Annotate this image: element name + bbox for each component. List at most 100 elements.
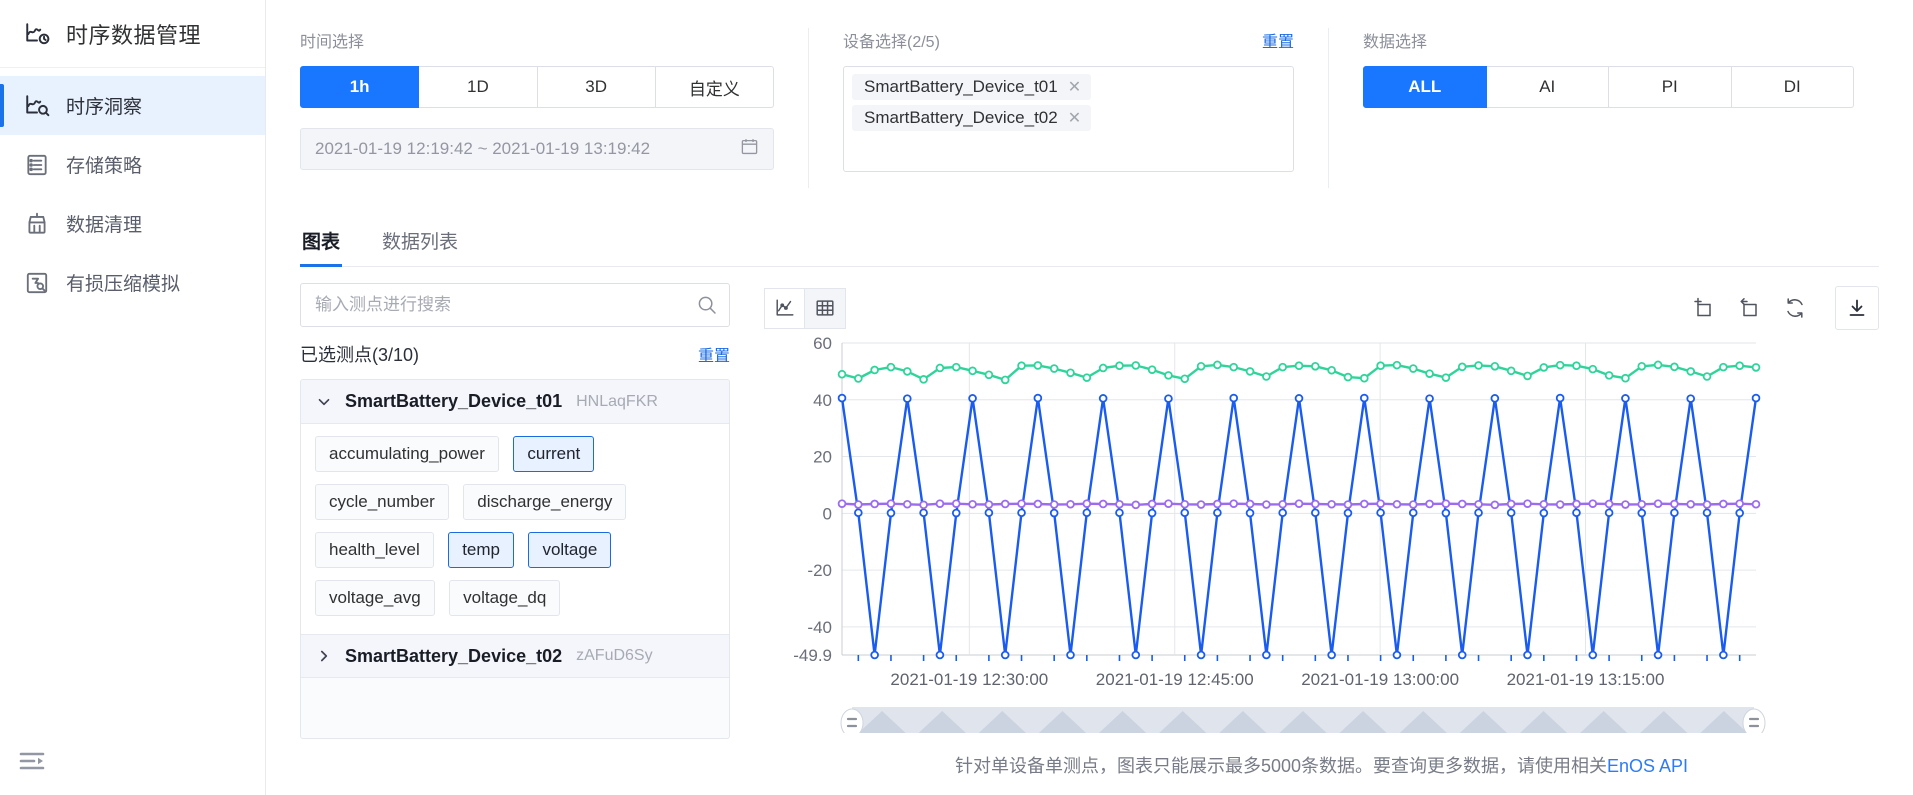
table-icon[interactable]: [805, 287, 846, 329]
time-filter-label-row: 时间选择: [300, 28, 774, 52]
zoom-restore-icon[interactable]: [1737, 296, 1761, 320]
chart-footnote: 针对单设备单测点，图表只能展示最多5000条数据。要查询更多数据，请使用相关En…: [764, 752, 1879, 778]
datatype-option-all[interactable]: ALL: [1363, 66, 1487, 108]
point-tag-area: accumulating_power current cycle_number …: [301, 424, 729, 634]
selected-points-label: 已选测点(3/10): [300, 345, 420, 365]
svg-text:20: 20: [813, 448, 832, 467]
point-tag-current[interactable]: current: [513, 436, 595, 472]
device-reset-link[interactable]: 重置: [1262, 28, 1294, 52]
datatype-filter-label-row: 数据选择: [1363, 28, 1854, 52]
time-filter-label: 时间选择: [300, 34, 365, 51]
points-reset-link[interactable]: 重置: [698, 342, 730, 366]
chart-tools: [1691, 286, 1879, 330]
sidebar-item-data-clean[interactable]: 数据清理: [0, 194, 265, 253]
device-filter: 设备选择(2/5) 重置 SmartBattery_Device_t01 ✕ S…: [808, 28, 1328, 188]
device-filter-label: 设备选择(2/5): [843, 34, 940, 51]
datatype-option-pi[interactable]: PI: [1609, 66, 1732, 108]
svg-text:-20: -20: [807, 561, 832, 580]
calendar-icon[interactable]: [740, 137, 759, 161]
sidebar-item-label: 有损压缩模拟: [66, 274, 181, 295]
sidebar-item-storage-policy[interactable]: 存储策略: [0, 135, 265, 194]
line-chart-icon[interactable]: [764, 287, 805, 329]
svg-text:2021-01-19 13:00:00: 2021-01-19 13:00:00: [1301, 670, 1459, 689]
chart-panel: 60 40 20 0 -20 -40 -49.9 2021-01-19 12:30:00 202…: [764, 283, 1879, 778]
point-tag-temp[interactable]: temp: [448, 532, 514, 568]
chevron-right-icon[interactable]: [317, 649, 331, 663]
sidebar-nav: 时序洞察 存储策略 数据清理 有损压缩模拟: [0, 68, 265, 312]
app-root: 时序数据管理 时序洞察 存储策略 数据清理 有损压缩模拟 时间选择 1h 1D …: [0, 0, 1913, 795]
device-group-header-t01[interactable]: SmartBattery_Device_t01 HNLaqFKR: [301, 380, 729, 424]
timeseries-chart[interactable]: 60 40 20 0 -20 -40 -49.9 2021-01-19 12:30:00 202…: [764, 333, 1879, 739]
chart-toolbar: [764, 283, 1879, 333]
svg-text:60: 60: [813, 334, 832, 353]
refresh-icon[interactable]: [1783, 296, 1807, 320]
sidebar: 时序数据管理 时序洞察 存储策略 数据清理 有损压缩模拟: [0, 0, 266, 795]
svg-text:2021-01-19 13:15:00: 2021-01-19 13:15:00: [1507, 670, 1665, 689]
search-input[interactable]: [300, 283, 730, 327]
filters-bar: 时间选择 1h 1D 3D 自定义 2021-01-19 12:19:42 ~ …: [266, 0, 1913, 205]
device-group-uid: HNLaqFKR: [576, 392, 658, 410]
search-wrap: [300, 283, 730, 327]
point-tag-cycle-number[interactable]: cycle_number: [315, 484, 449, 520]
date-range-input[interactable]: 2021-01-19 12:19:42 ~ 2021-01-19 13:19:4…: [300, 128, 774, 170]
tab-chart[interactable]: 图表: [300, 219, 343, 267]
tab-data-list[interactable]: 数据列表: [380, 219, 460, 266]
lossy-compression-icon: [24, 270, 50, 296]
sidebar-item-label: 时序洞察: [66, 97, 143, 118]
download-icon[interactable]: [1835, 286, 1879, 330]
sidebar-item-lossy-compression[interactable]: 有损压缩模拟: [0, 253, 265, 312]
datatype-option-di[interactable]: DI: [1731, 66, 1854, 108]
device-tag-box[interactable]: SmartBattery_Device_t01 ✕ SmartBattery_D…: [843, 66, 1294, 172]
brand-title: 时序数据管理: [66, 22, 202, 48]
svg-text:2021-01-19 12:45:00: 2021-01-19 12:45:00: [1096, 670, 1254, 689]
svg-text:0: 0: [823, 504, 832, 523]
points-panel: 已选测点(3/10) 重置 SmartBattery_Device_t01 HN…: [300, 283, 730, 778]
storage-policy-icon: [24, 152, 50, 178]
point-tag-voltage[interactable]: voltage: [528, 532, 612, 568]
svg-text:-49.9: -49.9: [793, 646, 832, 665]
device-tag-label: SmartBattery_Device_t02: [864, 108, 1058, 127]
main-content: 时间选择 1h 1D 3D 自定义 2021-01-19 12:19:42 ~ …: [266, 0, 1913, 795]
svg-text:-40: -40: [807, 618, 832, 637]
sidebar-item-label: 存储策略: [66, 156, 143, 177]
datatype-segmented[interactable]: ALL AI PI DI: [1363, 66, 1854, 108]
close-icon[interactable]: ✕: [1068, 77, 1081, 97]
device-tag[interactable]: SmartBattery_Device_t01 ✕: [852, 74, 1092, 100]
time-option-3d[interactable]: 3D: [537, 66, 656, 108]
timeseries-logo-icon: [24, 21, 50, 47]
area-zoom-icon[interactable]: [1691, 296, 1715, 320]
sidebar-collapse-icon[interactable]: [18, 749, 46, 773]
search-icon[interactable]: [696, 294, 718, 316]
device-group-name: SmartBattery_Device_t01: [345, 391, 563, 411]
time-option-1h[interactable]: 1h: [300, 66, 420, 108]
device-tag[interactable]: SmartBattery_Device_t02 ✕: [852, 105, 1092, 131]
point-tag-health-level[interactable]: health_level: [315, 532, 434, 568]
time-option-1d[interactable]: 1D: [419, 66, 538, 108]
selected-points-row: 已选测点(3/10) 重置: [300, 341, 730, 367]
point-tag-voltage-dq[interactable]: voltage_dq: [449, 580, 561, 616]
datatype-option-ai[interactable]: AI: [1486, 66, 1609, 108]
point-list: SmartBattery_Device_t01 HNLaqFKR accumul…: [300, 379, 730, 739]
close-icon[interactable]: ✕: [1068, 108, 1081, 128]
time-filter: 时间选择 1h 1D 3D 自定义 2021-01-19 12:19:42 ~ …: [266, 28, 808, 205]
device-group-name: SmartBattery_Device_t02: [345, 645, 563, 666]
brand: 时序数据管理: [0, 0, 265, 68]
content-area: 已选测点(3/10) 重置 SmartBattery_Device_t01 HN…: [266, 283, 1913, 778]
time-option-custom[interactable]: 自定义: [655, 66, 774, 108]
time-range-segmented[interactable]: 1h 1D 3D 自定义: [300, 66, 774, 108]
sidebar-item-insight[interactable]: 时序洞察: [0, 76, 265, 135]
device-group-uid: zAFuD6Sy: [576, 647, 653, 664]
device-filter-label-row: 设备选择(2/5) 重置: [843, 28, 1294, 52]
enos-api-link[interactable]: EnOS API: [1607, 756, 1688, 776]
data-clean-icon: [24, 211, 50, 237]
point-tag-voltage-avg[interactable]: voltage_avg: [315, 580, 435, 616]
view-tabs: 图表 数据列表: [300, 219, 1879, 267]
point-tag-discharge-energy[interactable]: discharge_energy: [463, 484, 627, 520]
view-toggle: [764, 287, 846, 329]
chart-svg[interactable]: 60 40 20 0 -20 -40 -49.9 2021-01-19 12:30:00 202…: [764, 333, 1772, 739]
point-tag-accumulating-power[interactable]: accumulating_power: [315, 436, 499, 472]
device-group-header-t02[interactable]: SmartBattery_Device_t02 zAFuD6Sy: [301, 634, 729, 678]
svg-text:2021-01-19 12:30:00: 2021-01-19 12:30:00: [890, 670, 1048, 689]
chevron-down-icon[interactable]: [317, 395, 331, 409]
datatype-filter-label: 数据选择: [1363, 34, 1428, 51]
